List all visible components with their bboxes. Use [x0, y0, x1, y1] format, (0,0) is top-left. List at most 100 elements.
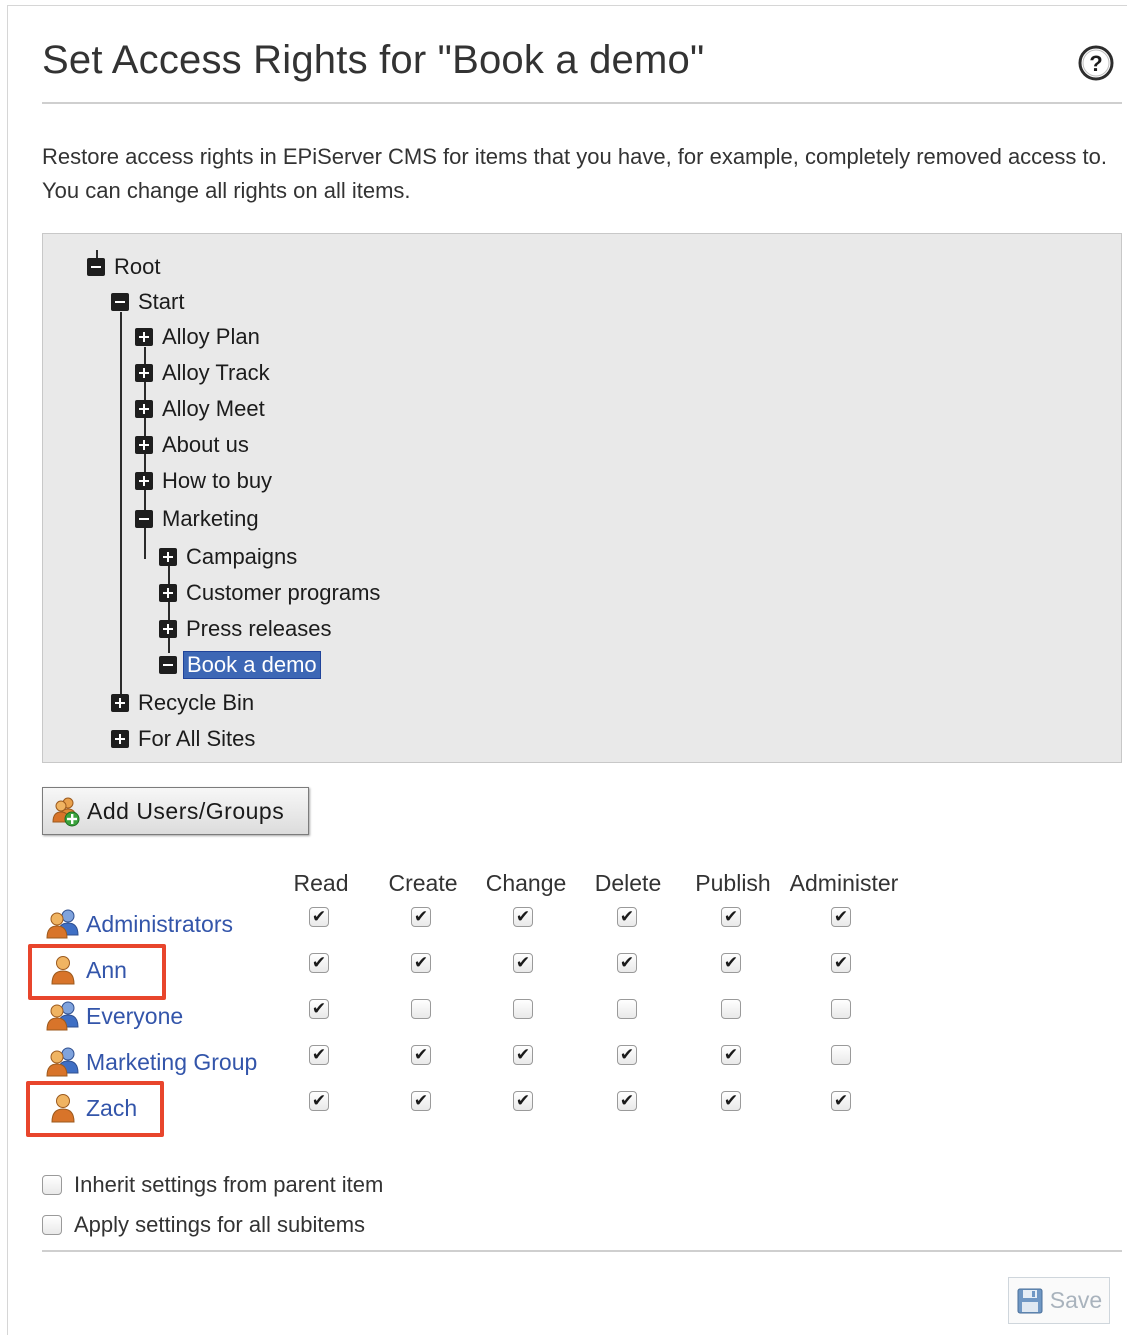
- permission-checkbox-administer[interactable]: [831, 1045, 851, 1065]
- tree-node-press-releases[interactable]: Press releases: [159, 614, 335, 644]
- tree-node-alloy-meet[interactable]: Alloy Meet: [135, 394, 268, 424]
- tree-node-how-to-buy[interactable]: How to buy: [135, 466, 275, 496]
- collapse-icon[interactable]: [159, 656, 177, 674]
- principal-name[interactable]: Everyone: [86, 1003, 183, 1030]
- tree-node-alloy-plan[interactable]: Alloy Plan: [135, 322, 263, 352]
- permission-checkbox-delete[interactable]: ✔: [617, 1091, 637, 1111]
- tree-node-label-selected[interactable]: Book a demo: [183, 651, 321, 679]
- permission-checkbox-read[interactable]: ✔: [309, 907, 329, 927]
- expand-icon[interactable]: [159, 548, 177, 566]
- expand-icon[interactable]: [135, 436, 153, 454]
- tree-node-about-us[interactable]: About us: [135, 430, 252, 460]
- tree-node-label[interactable]: Recycle Bin: [135, 690, 257, 716]
- title-divider: [42, 102, 1122, 104]
- tree-node-label[interactable]: Alloy Plan: [159, 324, 263, 350]
- content-tree-panel[interactable]: Root Start Alloy Plan Alloy Track Alloy …: [42, 233, 1122, 763]
- tree-node-label[interactable]: Customer programs: [183, 580, 383, 606]
- tree-node-label[interactable]: Root: [111, 254, 163, 280]
- permission-checkbox-read[interactable]: ✔: [309, 999, 329, 1019]
- permission-checkbox-create[interactable]: ✔: [411, 1091, 431, 1111]
- inherit-settings-label: Inherit settings from parent item: [74, 1172, 384, 1197]
- add-users-groups-button[interactable]: Add Users/Groups: [42, 787, 309, 835]
- floppy-disk-icon: [1017, 1288, 1043, 1313]
- permission-checkbox-delete[interactable]: ✔: [617, 907, 637, 927]
- principal-group[interactable]: Marketing Group: [44, 1039, 257, 1085]
- expand-icon[interactable]: [159, 584, 177, 602]
- permission-row: Zach ✔ ✔ ✔ ✔ ✔ ✔: [0, 1085, 1127, 1131]
- permission-checkbox-change[interactable]: ✔: [513, 1045, 533, 1065]
- tree-node-campaigns[interactable]: Campaigns: [159, 542, 300, 572]
- tree-connector: [120, 312, 122, 702]
- tree-node-label[interactable]: Alloy Meet: [159, 396, 268, 422]
- principal-name[interactable]: Administrators: [86, 911, 233, 938]
- permission-checkbox-change[interactable]: ✔: [513, 907, 533, 927]
- expand-icon[interactable]: [135, 364, 153, 382]
- column-header-delete: Delete: [594, 870, 662, 896]
- permission-checkbox-administer[interactable]: ✔: [831, 907, 851, 927]
- inherit-settings-option[interactable]: Inherit settings from parent item: [42, 1172, 383, 1198]
- permission-row: Ann ✔ ✔ ✔ ✔ ✔ ✔: [0, 947, 1127, 993]
- permission-checkbox-administer[interactable]: ✔: [831, 1091, 851, 1111]
- permission-checkbox-create[interactable]: ✔: [411, 907, 431, 927]
- save-label: Save: [1049, 1287, 1103, 1313]
- tree-node-recycle-bin[interactable]: Recycle Bin: [111, 688, 257, 718]
- permission-checkbox-delete[interactable]: ✔: [617, 953, 637, 973]
- expand-icon[interactable]: [135, 400, 153, 418]
- principal-name[interactable]: Marketing Group: [86, 1049, 257, 1076]
- add-users-icon: [52, 797, 80, 827]
- permission-checkbox-change[interactable]: ✔: [513, 1091, 533, 1111]
- permission-checkbox-administer[interactable]: ✔: [831, 953, 851, 973]
- help-icon[interactable]: ?: [1077, 44, 1115, 82]
- permission-checkbox-change[interactable]: [513, 999, 533, 1019]
- tree-node-for-all-sites[interactable]: For All Sites: [111, 724, 258, 754]
- permission-checkbox-read[interactable]: ✔: [309, 953, 329, 973]
- expand-icon[interactable]: [111, 694, 129, 712]
- apply-subitems-option[interactable]: Apply settings for all subitems: [42, 1212, 365, 1238]
- permission-checkbox-delete[interactable]: [617, 999, 637, 1019]
- collapse-icon[interactable]: [111, 293, 129, 311]
- tree-node-start[interactable]: Start: [111, 287, 187, 317]
- permission-checkbox-change[interactable]: ✔: [513, 953, 533, 973]
- expand-icon[interactable]: [135, 328, 153, 346]
- save-button[interactable]: Save: [1008, 1277, 1110, 1324]
- permission-checkbox-administer[interactable]: [831, 999, 851, 1019]
- tree-node-marketing[interactable]: Marketing: [135, 504, 262, 534]
- permission-checkbox-read[interactable]: ✔: [309, 1045, 329, 1065]
- tree-node-label[interactable]: For All Sites: [135, 726, 258, 752]
- tree-node-root[interactable]: Root: [87, 252, 163, 282]
- permission-checkbox-publish[interactable]: ✔: [721, 1045, 741, 1065]
- expand-icon[interactable]: [135, 472, 153, 490]
- permission-checkbox-publish[interactable]: ✔: [721, 1091, 741, 1111]
- permission-checkbox-create[interactable]: [411, 999, 431, 1019]
- permission-checkbox-publish[interactable]: ✔: [721, 953, 741, 973]
- tree-node-label[interactable]: Marketing: [159, 506, 262, 532]
- tree-node-label[interactable]: How to buy: [159, 468, 275, 494]
- column-header-publish: Publish: [695, 870, 771, 896]
- column-header-administer: Administer: [789, 870, 899, 896]
- permission-checkbox-read[interactable]: ✔: [309, 1091, 329, 1111]
- inherit-settings-checkbox[interactable]: [42, 1175, 62, 1195]
- expand-icon[interactable]: [159, 620, 177, 638]
- permission-checkbox-delete[interactable]: ✔: [617, 1045, 637, 1065]
- tree-node-label[interactable]: Start: [135, 289, 187, 315]
- permission-checkbox-create[interactable]: ✔: [411, 1045, 431, 1065]
- tree-node-book-a-demo[interactable]: Book a demo: [159, 650, 321, 680]
- page-title: Set Access Rights for "Book a demo": [42, 38, 705, 82]
- tree-node-label[interactable]: Press releases: [183, 616, 335, 642]
- apply-subitems-checkbox[interactable]: [42, 1215, 62, 1235]
- tree-node-customer-programs[interactable]: Customer programs: [159, 578, 383, 608]
- svg-text:?: ?: [1089, 51, 1102, 76]
- collapse-icon[interactable]: [135, 510, 153, 528]
- tree-node-label[interactable]: Campaigns: [183, 544, 300, 570]
- permission-checkbox-publish[interactable]: [721, 999, 741, 1019]
- collapse-icon[interactable]: [87, 258, 105, 276]
- permission-checkbox-create[interactable]: ✔: [411, 953, 431, 973]
- tree-node-label[interactable]: Alloy Track: [159, 360, 273, 386]
- tree-node-alloy-track[interactable]: Alloy Track: [135, 358, 273, 388]
- principal-group[interactable]: Administrators: [44, 901, 233, 947]
- column-header-read: Read: [293, 870, 349, 896]
- expand-icon[interactable]: [111, 730, 129, 748]
- tree-node-label[interactable]: About us: [159, 432, 252, 458]
- permission-checkbox-publish[interactable]: ✔: [721, 907, 741, 927]
- footer-divider: [42, 1250, 1122, 1252]
